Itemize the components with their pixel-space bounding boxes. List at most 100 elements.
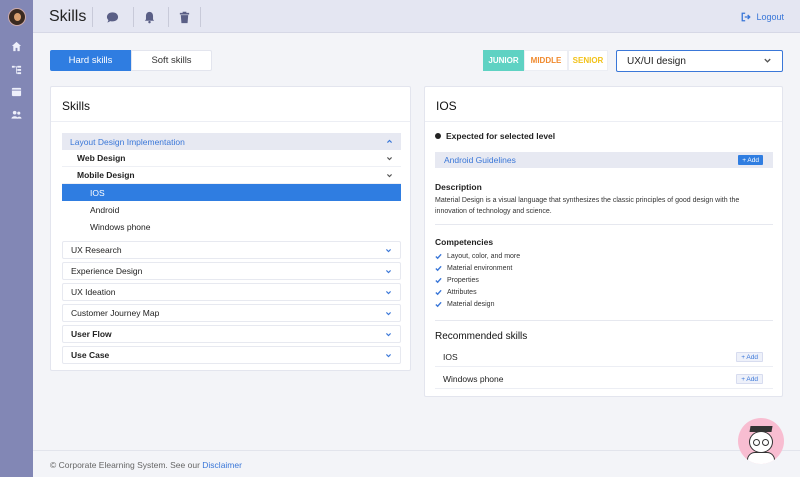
check-icon	[435, 277, 442, 283]
competency-item: Layout, color, and more	[435, 250, 520, 262]
tree-leaf-ios[interactable]: IOS	[62, 184, 401, 201]
page-title: Skills	[49, 8, 87, 25]
chevron-down-icon	[386, 154, 393, 164]
copyright-icon: ©	[50, 460, 57, 470]
skill-item-label: Experience Design	[71, 266, 143, 276]
bot-body-icon	[747, 452, 775, 464]
level-senior-button[interactable]: SENIOR	[568, 50, 608, 71]
notifications-button[interactable]	[141, 9, 157, 25]
logout-icon	[742, 12, 752, 22]
header-divider	[200, 7, 201, 27]
skill-item-ux-ideation[interactable]: UX Ideation	[62, 283, 401, 301]
level-middle-button[interactable]: MIDDLE	[524, 50, 568, 71]
check-icon	[435, 265, 442, 271]
delete-button[interactable]	[176, 9, 192, 25]
tab-soft-skills[interactable]: Soft skills	[131, 50, 212, 71]
hierarchy-nav-button[interactable]	[0, 61, 33, 77]
bell-icon	[144, 11, 154, 23]
section-divider	[435, 224, 773, 225]
hierarchy-icon	[11, 65, 22, 74]
skill-detail-panel: IOS Expected for selected level Android …	[424, 86, 783, 397]
tree-group-layout-design[interactable]: Layout Design Implementation	[62, 133, 401, 150]
bot-eye-icon	[762, 439, 769, 446]
trash-icon	[179, 11, 189, 23]
skill-item-label: UX Research	[71, 245, 122, 255]
add-guideline-button[interactable]: + Add	[738, 155, 763, 165]
left-rail	[0, 0, 33, 477]
check-icon	[435, 289, 442, 295]
description-heading: Description	[435, 182, 482, 192]
guideline-row: Android Guidelines + Add	[435, 152, 773, 168]
chevron-down-icon	[386, 171, 393, 181]
skills-panel: Skills Layout Design Implementation Web …	[50, 86, 411, 371]
skill-detail-title: IOS	[436, 99, 457, 113]
skills-tree: Layout Design Implementation Web Design …	[62, 133, 401, 364]
specialization-value: UX/UI design	[627, 55, 686, 67]
skill-item-label: UX Ideation	[71, 287, 116, 297]
chevron-down-icon	[385, 246, 392, 256]
top-header: Skills Logout	[33, 0, 800, 33]
expected-level-heading: Expected for selected level	[435, 131, 555, 141]
competency-label: Material design	[447, 300, 495, 308]
assistant-bot-button[interactable]	[738, 418, 784, 464]
skill-item-use-case[interactable]: Use Case	[62, 346, 401, 364]
specialization-select[interactable]: UX/UI design	[616, 50, 783, 72]
footer-text: Corporate Elearning System. See our	[58, 460, 203, 470]
header-divider	[92, 7, 93, 27]
section-divider	[435, 320, 773, 321]
recommended-item-ios: IOS + Add	[435, 347, 773, 367]
check-icon	[435, 301, 442, 307]
tree-sub-web-design[interactable]: Web Design	[62, 150, 401, 167]
tree-leaf-android[interactable]: Android	[62, 201, 401, 218]
competency-label: Attributes	[447, 288, 477, 296]
tree-group-label: Layout Design Implementation	[70, 136, 185, 147]
skill-item-label: Use Case	[71, 350, 110, 360]
footer: © Corporate Elearning System. See our Di…	[50, 460, 242, 470]
guideline-link[interactable]: Android Guidelines	[444, 155, 516, 165]
tree-sub-label: Web Design	[77, 153, 126, 163]
tree-leaf-windows-phone[interactable]: Windows phone	[62, 218, 401, 235]
competencies-heading: Competencies	[435, 237, 494, 247]
recommended-label: Windows phone	[443, 373, 504, 384]
skill-item-customer-journey-map[interactable]: Customer Journey Map	[62, 304, 401, 322]
disclaimer-link[interactable]: Disclaimer	[202, 460, 242, 470]
chevron-down-icon	[385, 288, 392, 298]
skill-type-tabs: Hard skills Soft skills	[50, 50, 212, 71]
home-nav-button[interactable]	[0, 38, 33, 54]
tree-sub-mobile-design[interactable]: Mobile Design	[62, 167, 401, 184]
skill-item-experience-design[interactable]: Experience Design	[62, 262, 401, 280]
logout-link[interactable]: Logout	[741, 12, 784, 22]
skill-item-user-flow[interactable]: User Flow	[62, 325, 401, 343]
chevron-up-icon	[386, 137, 393, 147]
users-icon	[11, 110, 22, 119]
skills-panel-title: Skills	[62, 99, 91, 113]
skill-item-label: User Flow	[71, 329, 112, 339]
competency-item: Attributes	[435, 286, 520, 298]
user-avatar[interactable]	[8, 8, 26, 26]
chat-button[interactable]	[104, 9, 120, 25]
recommended-item-windows-phone: Windows phone + Add	[435, 369, 773, 389]
skill-item-label: Customer Journey Map	[71, 308, 160, 318]
skill-item-ux-research[interactable]: UX Research	[62, 241, 401, 259]
tab-hard-skills[interactable]: Hard skills	[50, 50, 131, 71]
footer-divider	[33, 450, 800, 451]
level-junior-button[interactable]: JUNIOR	[483, 50, 524, 71]
competency-label: Layout, color, and more	[447, 252, 521, 260]
competency-item: Material environment	[435, 262, 520, 274]
home-icon	[11, 41, 22, 51]
header-divider	[168, 7, 169, 27]
competency-item: Material design	[435, 298, 520, 310]
add-recommended-button[interactable]: + Add	[736, 374, 763, 384]
users-nav-button[interactable]	[0, 106, 33, 122]
competency-label: Material environment	[447, 264, 513, 272]
bullet-icon	[435, 133, 441, 139]
bot-eye-icon	[753, 439, 760, 446]
recommended-label: IOS	[443, 351, 458, 362]
recommended-heading: Recommended skills	[435, 331, 528, 342]
competencies-list: Layout, color, and more Material environ…	[435, 250, 520, 310]
add-recommended-button[interactable]: + Add	[736, 352, 763, 362]
chevron-down-icon	[763, 56, 772, 68]
header-divider	[133, 7, 134, 27]
check-icon	[435, 253, 442, 259]
calendar-nav-button[interactable]	[0, 83, 33, 99]
